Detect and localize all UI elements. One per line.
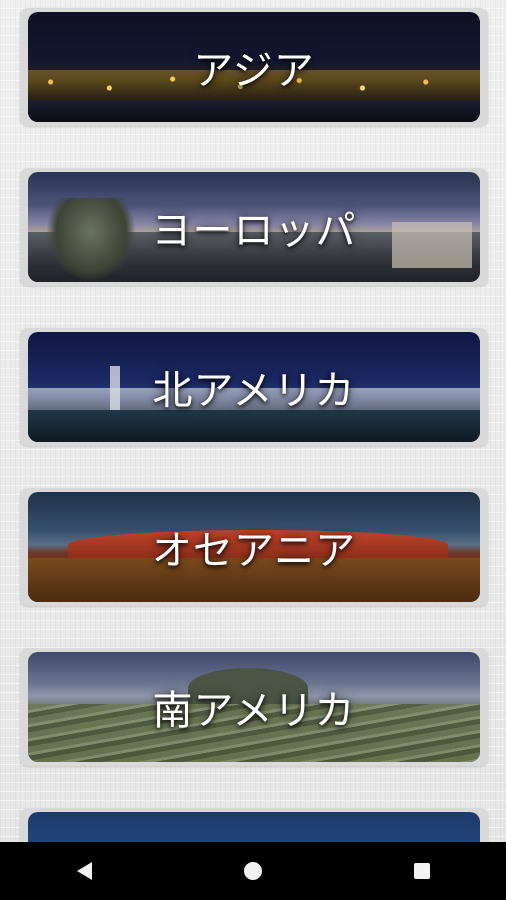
home-circle-icon xyxy=(243,862,262,880)
system-navigation-bar xyxy=(0,842,506,900)
region-label-oceania: オセアニア xyxy=(151,528,357,574)
region-banner-north-america[interactable]: 北アメリカ xyxy=(28,332,480,442)
region-partial-image xyxy=(28,812,480,842)
region-label-europe: ヨーロッパ xyxy=(151,208,357,254)
region-banner-south-america[interactable]: 南アメリカ xyxy=(28,652,480,762)
recents-button[interactable] xyxy=(392,842,452,900)
recents-square-icon xyxy=(413,863,430,879)
home-button[interactable] xyxy=(223,842,283,900)
back-button[interactable] xyxy=(54,842,114,900)
region-card-oceania: オセアニア xyxy=(20,488,488,606)
region-banner-oceania[interactable]: オセアニア xyxy=(28,492,480,602)
region-card-south-america: 南アメリカ xyxy=(20,648,488,766)
region-label-south-america: 南アメリカ xyxy=(152,688,356,734)
region-card-north-america: 北アメリカ xyxy=(20,328,488,446)
region-card-europe: ヨーロッパ xyxy=(20,168,488,286)
region-banner-asia[interactable]: アジア xyxy=(28,12,480,122)
region-label-asia: アジア xyxy=(193,48,315,94)
region-label-north-america: 北アメリカ xyxy=(152,368,356,414)
region-list: アジア ヨーロッパ 北アメリカ オセアニア 南アメリカ xyxy=(0,0,506,842)
region-card-asia: アジア xyxy=(20,8,488,126)
back-triangle-icon xyxy=(76,862,92,880)
region-banner-europe[interactable]: ヨーロッパ xyxy=(28,172,480,282)
region-card-partial xyxy=(20,808,488,842)
region-banner-partial[interactable] xyxy=(28,812,480,842)
